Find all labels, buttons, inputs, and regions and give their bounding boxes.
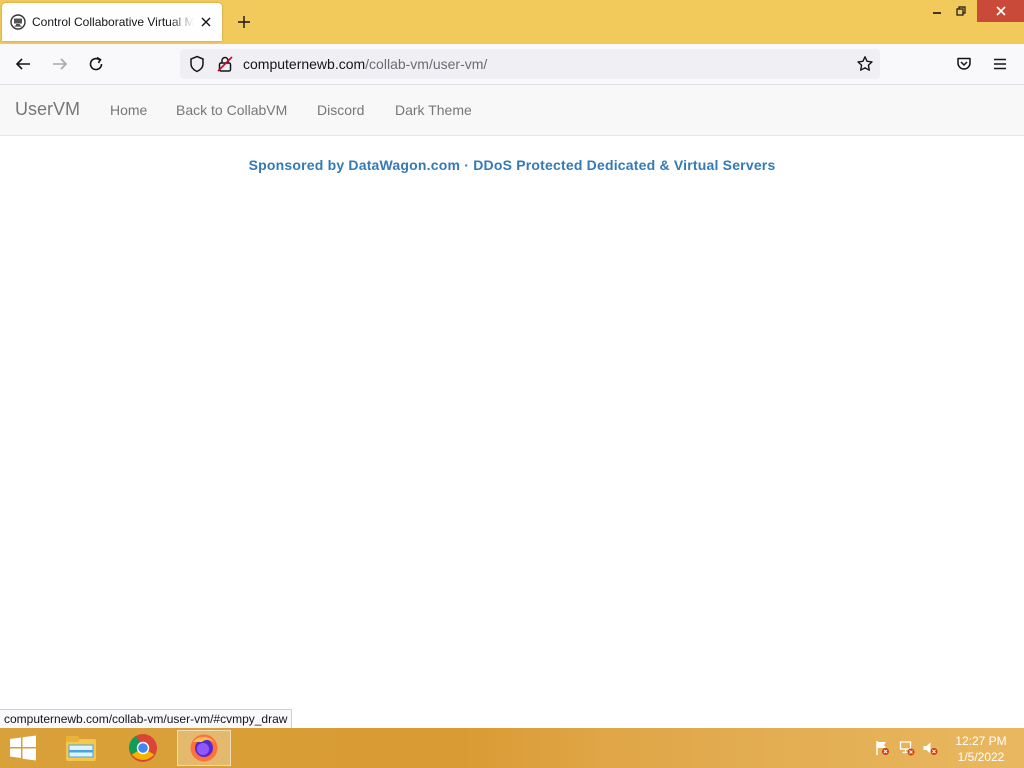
- browser-toolbar: computernewb.com/collab-vm/user-vm/: [0, 44, 1024, 85]
- site-brand[interactable]: UserVM: [15, 99, 80, 120]
- volume-muted-icon[interactable]: [922, 740, 938, 756]
- window-close-button[interactable]: [977, 0, 1024, 22]
- minimize-icon: [933, 12, 941, 14]
- hamburger-menu-icon[interactable]: [991, 55, 1009, 73]
- taskbar-chrome[interactable]: [116, 730, 170, 766]
- back-arrow-icon[interactable]: [14, 55, 32, 73]
- site-navbar: UserVM Home Back to CollabVM Discord Dar…: [0, 85, 1024, 136]
- taskbar-file-explorer[interactable]: [54, 730, 108, 766]
- pocket-icon[interactable]: [955, 55, 973, 73]
- window-restore-button[interactable]: [946, 0, 976, 22]
- action-center-flag-icon[interactable]: [874, 740, 890, 756]
- tab-title: Control Collaborative Virtual Machines: [32, 15, 194, 29]
- collabvm-favicon-icon: [10, 14, 26, 30]
- windows-taskbar: 12:27 PM 1/5/2022: [0, 728, 1024, 768]
- file-explorer-icon: [66, 736, 96, 761]
- clock-date: 1/5/2022: [957, 750, 1005, 764]
- firefox-icon: [190, 734, 218, 762]
- nav-link-dark-theme[interactable]: Dark Theme: [395, 102, 472, 118]
- new-tab-icon[interactable]: [236, 14, 252, 30]
- chrome-icon: [129, 734, 157, 762]
- nav-link-back-to-collabvm[interactable]: Back to CollabVM: [176, 102, 287, 118]
- close-icon: [995, 6, 1006, 16]
- clock-time: 12:27 PM: [955, 734, 1007, 748]
- browser-title-bar: Control Collaborative Virtual Machines: [0, 0, 1024, 44]
- sponsor-link[interactable]: Sponsored by DataWagon.com · DDoS Protec…: [0, 157, 1024, 173]
- taskbar-clock[interactable]: 12:27 PM 1/5/2022: [950, 733, 1012, 765]
- windows-start-icon[interactable]: [8, 735, 38, 761]
- status-bar-link-preview: computernewb.com/collab-vm/user-vm/#cvmp…: [0, 709, 293, 728]
- lock-icon[interactable]: [216, 55, 234, 73]
- nav-link-discord[interactable]: Discord: [317, 102, 364, 118]
- url-host: computernewb.com: [243, 56, 366, 72]
- tracking-shield-icon[interactable]: [188, 55, 206, 73]
- taskbar-firefox[interactable]: [177, 730, 231, 766]
- browser-tab-active[interactable]: Control Collaborative Virtual Machines: [2, 3, 222, 41]
- url-path: /collab-vm/user-vm/: [365, 56, 488, 72]
- address-bar[interactable]: computernewb.com/collab-vm/user-vm/: [180, 49, 880, 79]
- url-text[interactable]: computernewb.com/collab-vm/user-vm/: [243, 56, 487, 72]
- nav-link-home[interactable]: Home: [110, 102, 147, 118]
- restore-icon: [956, 6, 966, 16]
- network-icon[interactable]: [899, 740, 915, 756]
- reload-icon[interactable]: [87, 55, 105, 73]
- forward-arrow-icon[interactable]: [51, 55, 69, 73]
- close-tab-icon[interactable]: [198, 14, 214, 30]
- bookmark-star-icon[interactable]: [856, 55, 874, 73]
